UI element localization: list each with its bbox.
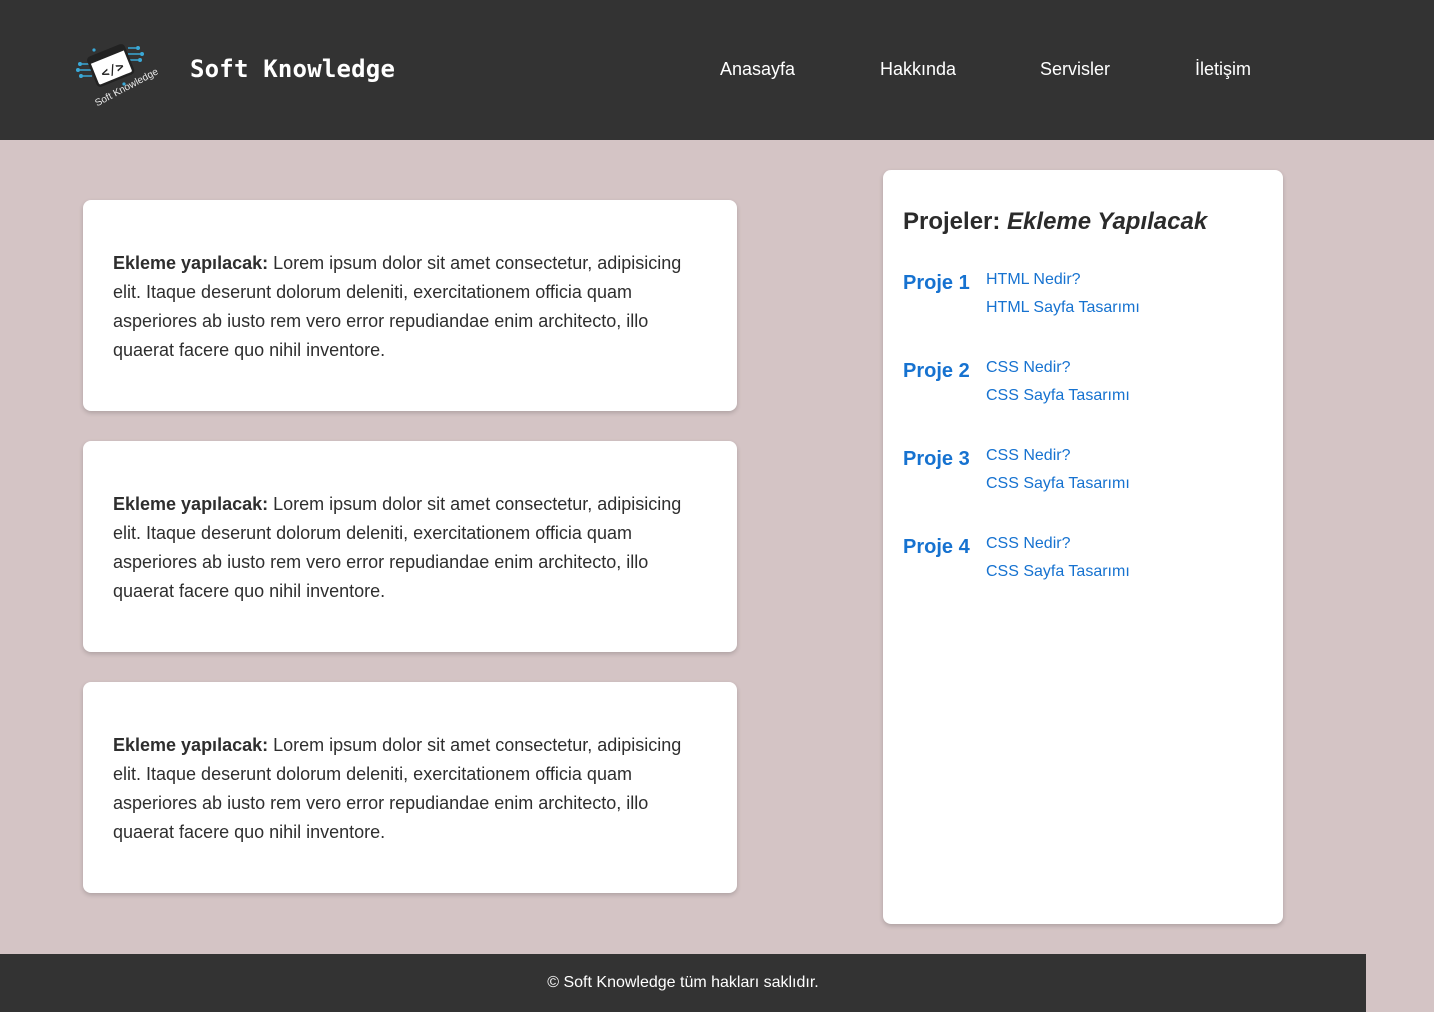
card-label: Ekleme yapılacak:	[113, 735, 269, 755]
sidebar-title-italic: Ekleme Yapılacak	[1007, 208, 1208, 235]
project-name[interactable]: Proje 4	[903, 530, 986, 586]
project-item: Proje 2 CSS Nedir? CSS Sayfa Tasarımı	[903, 354, 1263, 410]
nav-hakkinda[interactable]: Hakkında	[880, 59, 956, 80]
project-link[interactable]: HTML Sayfa Tasarımı	[986, 294, 1140, 322]
copyright-text: © Soft Knowledge tüm hakları saklıdır.	[547, 974, 819, 991]
card-text: Ekleme yapılacak: Lorem ipsum dolor sit …	[113, 249, 707, 365]
content-card-1: Ekleme yapılacak: Lorem ipsum dolor sit …	[83, 200, 737, 411]
site-header: </> Soft Knowledge Soft Knowledge Anasay…	[0, 0, 1434, 140]
project-link[interactable]: CSS Nedir?	[986, 442, 1130, 470]
card-text: Ekleme yapılacak: Lorem ipsum dolor sit …	[113, 490, 707, 606]
project-link[interactable]: CSS Sayfa Tasarımı	[986, 470, 1130, 498]
project-link[interactable]: CSS Nedir?	[986, 354, 1130, 382]
project-link[interactable]: HTML Nedir?	[986, 266, 1140, 294]
sidebar-title: Projeler: Ekleme Yapılacak	[903, 208, 1208, 235]
nav-iletisim[interactable]: İletişim	[1195, 59, 1251, 80]
project-name[interactable]: Proje 2	[903, 354, 986, 410]
project-link[interactable]: CSS Sayfa Tasarımı	[986, 558, 1130, 586]
project-name[interactable]: Proje 3	[903, 442, 986, 498]
project-item: Proje 4 CSS Nedir? CSS Sayfa Tasarımı	[903, 530, 1263, 586]
project-links: HTML Nedir? HTML Sayfa Tasarımı	[986, 266, 1140, 322]
project-link[interactable]: CSS Sayfa Tasarımı	[986, 382, 1130, 410]
nav-servisler[interactable]: Servisler	[1040, 59, 1110, 80]
main-nav: Anasayfa Hakkında Servisler İletişim	[0, 59, 1434, 83]
project-link[interactable]: CSS Nedir?	[986, 530, 1130, 558]
project-links: CSS Nedir? CSS Sayfa Tasarımı	[986, 530, 1130, 586]
projects-sidebar: Projeler: Ekleme Yapılacak Proje 1 HTML …	[883, 170, 1283, 924]
nav-anasayfa[interactable]: Anasayfa	[720, 59, 795, 80]
project-item: Proje 3 CSS Nedir? CSS Sayfa Tasarımı	[903, 442, 1263, 498]
project-item: Proje 1 HTML Nedir? HTML Sayfa Tasarımı	[903, 266, 1263, 322]
card-label: Ekleme yapılacak:	[113, 253, 269, 273]
content-card-2: Ekleme yapılacak: Lorem ipsum dolor sit …	[83, 441, 737, 652]
site-footer: © Soft Knowledge tüm hakları saklıdır.	[0, 954, 1366, 1012]
project-links: CSS Nedir? CSS Sayfa Tasarımı	[986, 442, 1130, 498]
card-text: Ekleme yapılacak: Lorem ipsum dolor sit …	[113, 731, 707, 847]
content-card-3: Ekleme yapılacak: Lorem ipsum dolor sit …	[83, 682, 737, 893]
card-label: Ekleme yapılacak:	[113, 494, 269, 514]
project-links: CSS Nedir? CSS Sayfa Tasarımı	[986, 354, 1130, 410]
project-name[interactable]: Proje 1	[903, 266, 986, 322]
